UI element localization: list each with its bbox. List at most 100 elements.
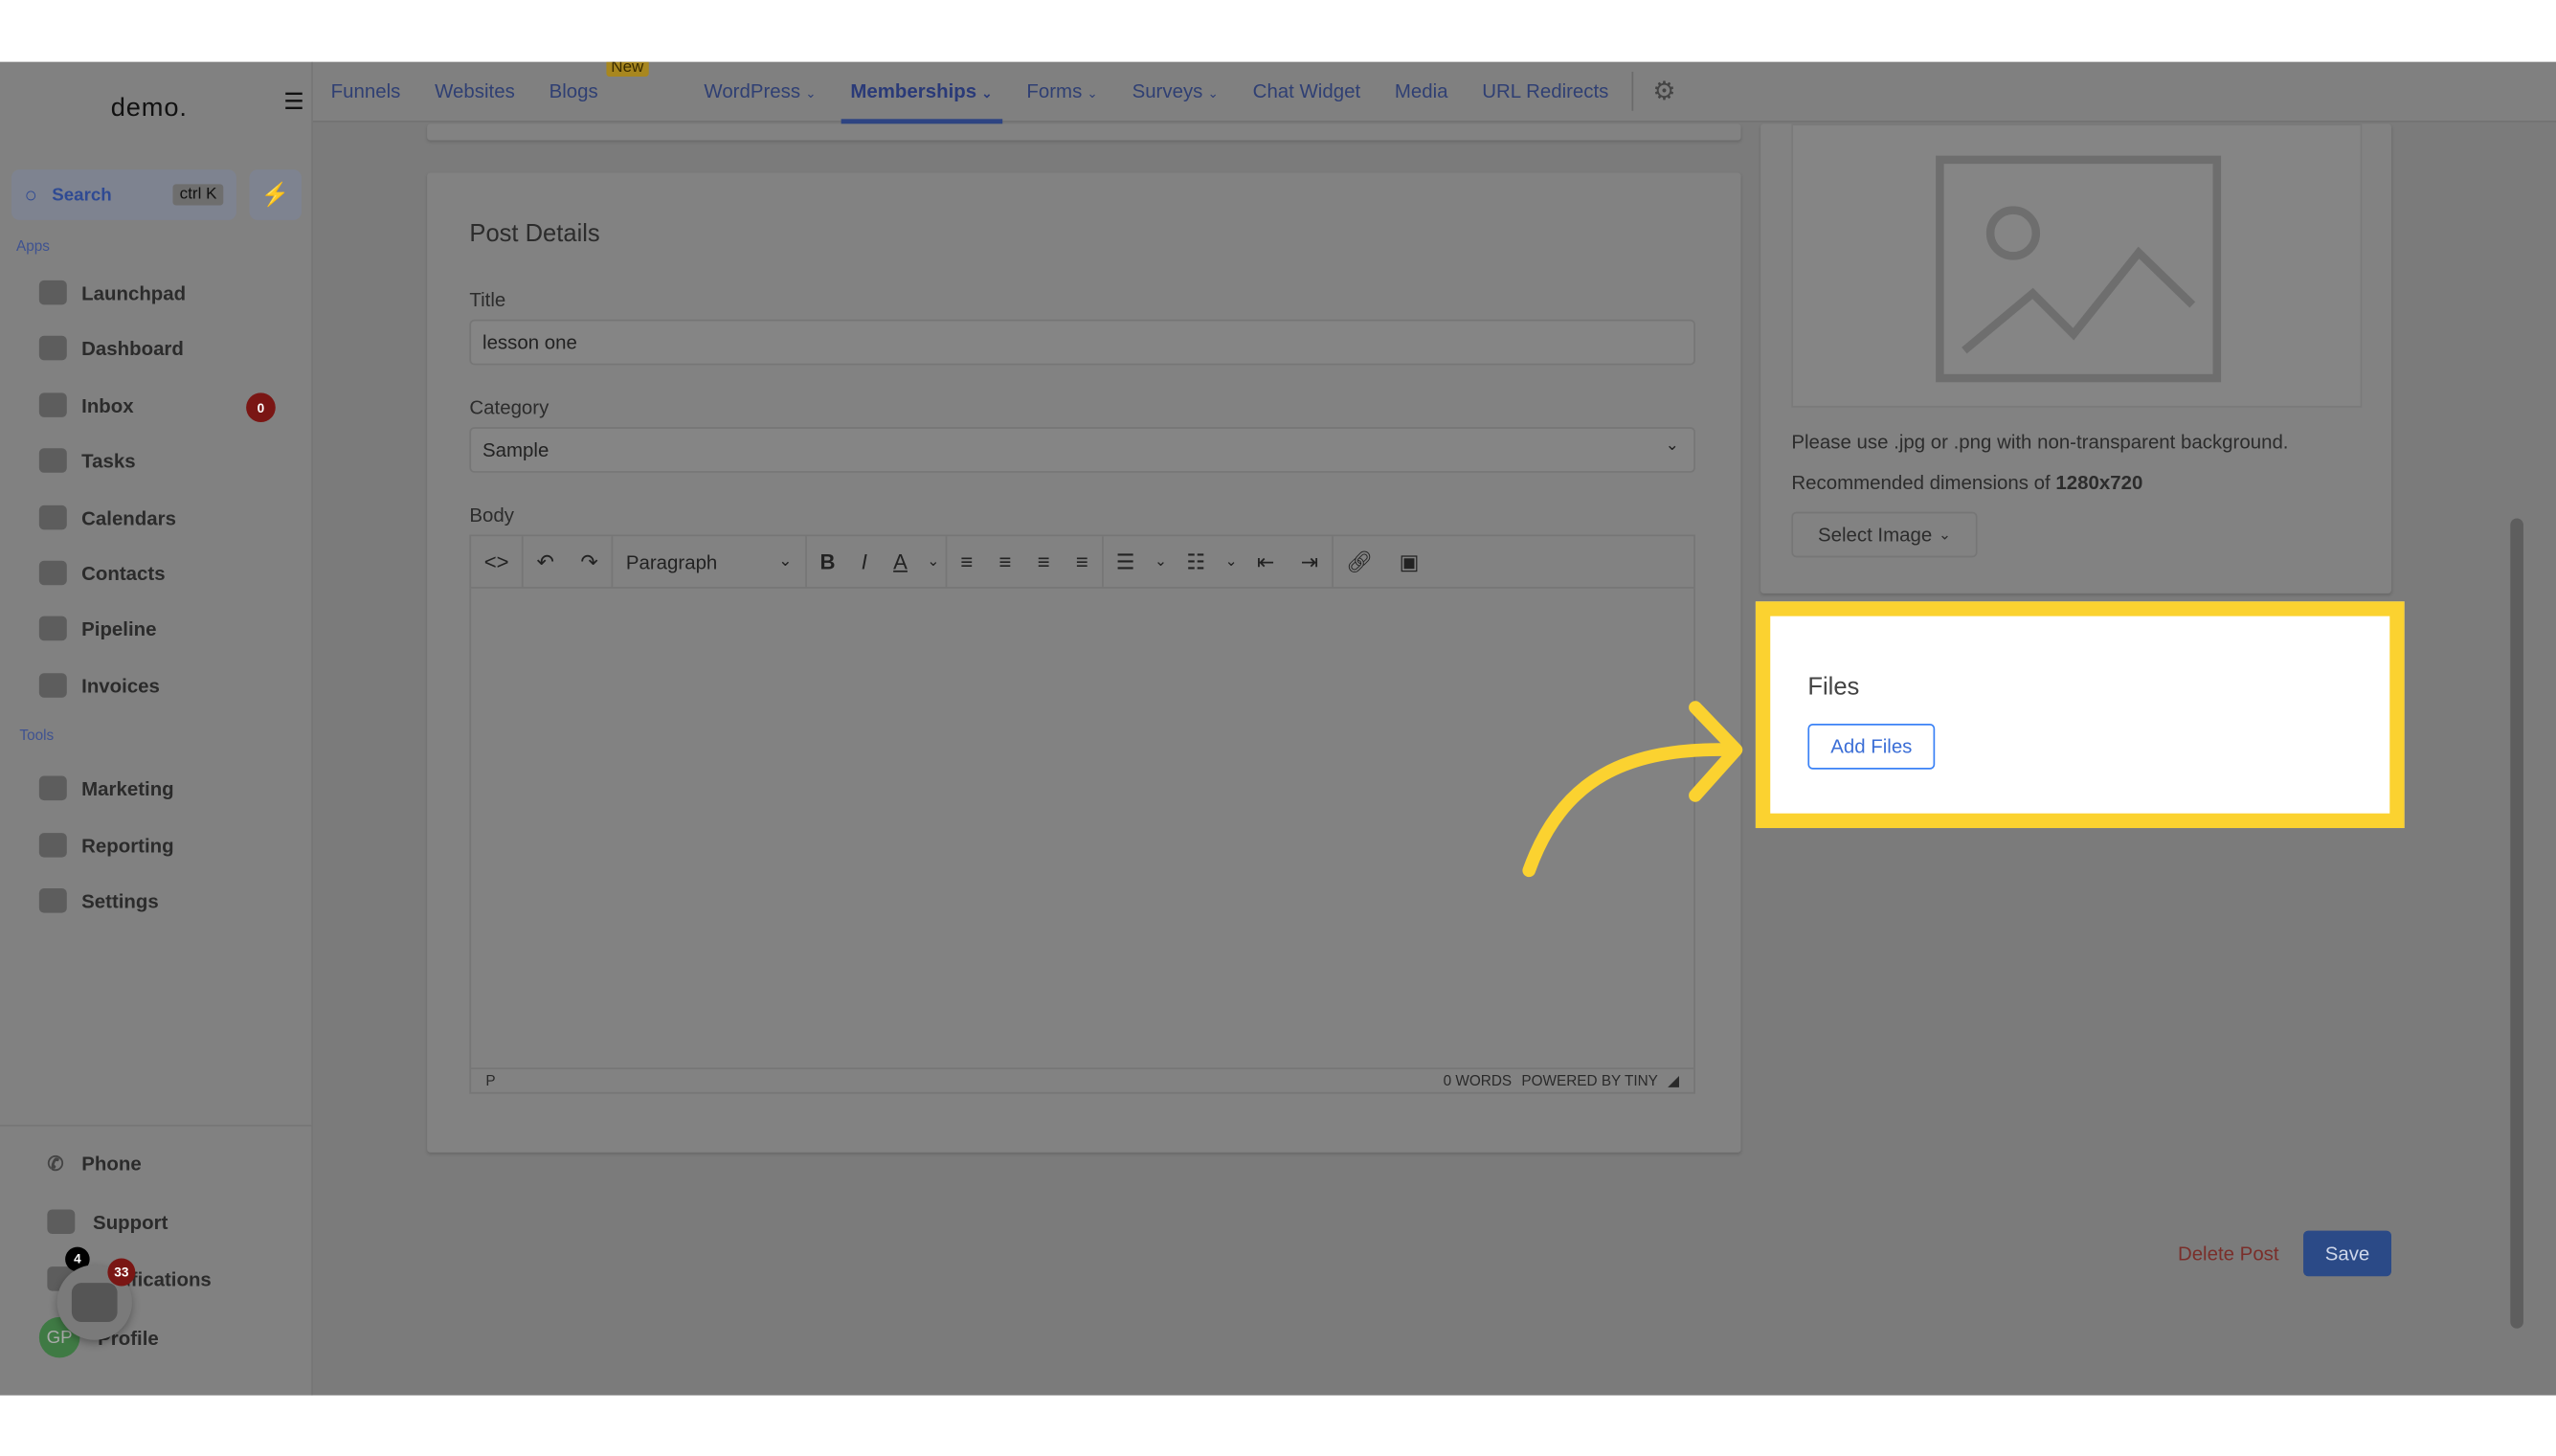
chat-icon	[47, 1209, 76, 1235]
italic-icon[interactable]: I	[848, 536, 880, 587]
save-button[interactable]: Save	[2303, 1230, 2392, 1277]
chevron-down-icon[interactable]: ⌄	[1219, 536, 1244, 587]
divider	[1631, 71, 1633, 111]
select-image-button[interactable]: Select Image ⌄	[1791, 511, 1978, 558]
settings-gear-icon[interactable]: ⚙	[1652, 75, 1675, 107]
text-color-icon[interactable]: A	[881, 536, 921, 587]
dims-prefix: Recommended dimensions of	[1791, 471, 2056, 494]
image-placeholder-icon	[1936, 155, 2222, 383]
dims-value: 1280x720	[2055, 471, 2143, 494]
inbox-badge: 0	[246, 392, 276, 423]
sidebar-item-inbox[interactable]: Inbox	[38, 392, 134, 417]
tab-blogs[interactable]: Blogs New	[549, 61, 649, 102]
chevron-down-icon: ⌄	[981, 86, 993, 101]
sidebar-item-calendars[interactable]: Calendars	[38, 504, 176, 530]
search-button[interactable]: ○ Search ctrl K	[11, 169, 236, 220]
sidebar-item-tasks[interactable]: Tasks	[38, 448, 136, 473]
undo-icon[interactable]: ↶	[524, 536, 568, 587]
sidebar: demo. ☰ ○ Search ctrl K ⚡ Apps Launchpad…	[0, 61, 313, 1396]
editor-statusbar: P 0 WORDS POWERED BY TINY ◢	[471, 1067, 1694, 1092]
chevron-down-icon[interactable]: ⌄	[921, 536, 946, 587]
label: Support	[93, 1210, 168, 1234]
chevron-down-icon: ⌄	[778, 552, 793, 571]
bold-icon[interactable]: B	[807, 536, 848, 587]
word-count: 0 WORDS	[1443, 1072, 1513, 1089]
app: demo. ☰ ○ Search ctrl K ⚡ Apps Launchpad…	[0, 61, 2556, 1396]
tab-websites[interactable]: Websites	[435, 79, 515, 102]
sidebar-item-pipeline[interactable]: Pipeline	[38, 616, 157, 641]
add-files-button[interactable]: Add Files	[1807, 724, 1936, 770]
label: Settings	[81, 888, 159, 912]
redo-icon[interactable]: ↷	[568, 536, 612, 587]
apps-heading: Apps	[16, 237, 50, 255]
tab-url-redirects[interactable]: URL Redirects	[1482, 79, 1608, 102]
powered-by-link[interactable]: POWERED BY TINY	[1521, 1072, 1658, 1088]
tab-wordpress[interactable]: WordPress ⌄	[704, 79, 816, 102]
delete-post-button[interactable]: Delete Post	[2178, 1243, 2279, 1266]
label: WordPress	[704, 79, 801, 103]
body-editor[interactable]: P 0 WORDS POWERED BY TINY ◢	[469, 588, 1695, 1094]
tab-memberships[interactable]: Memberships ⌄	[841, 79, 1002, 124]
menu-toggle-icon[interactable]: ☰	[283, 88, 306, 116]
label: Marketing	[81, 776, 174, 800]
outdent-icon[interactable]: ⇤	[1244, 536, 1288, 587]
numbered-list-icon[interactable]: ☷	[1174, 536, 1219, 587]
align-justify-icon[interactable]: ≡	[1063, 536, 1101, 587]
category-select[interactable]: Sample ⌄	[469, 427, 1695, 473]
label: Reporting	[81, 833, 174, 857]
label: Tasks	[81, 449, 136, 472]
link-icon[interactable]: 🔗︎	[1334, 536, 1386, 587]
funnel-icon	[38, 616, 67, 641]
element-path: P	[485, 1072, 496, 1089]
tab-chat-widget[interactable]: Chat Widget	[1253, 79, 1360, 102]
chart-icon	[38, 833, 67, 858]
sidebar-item-contacts[interactable]: Contacts	[38, 560, 166, 586]
chevron-down-icon: ⌄	[1207, 86, 1219, 101]
phone-icon: ✆	[47, 1152, 64, 1176]
align-center-icon[interactable]: ≡	[986, 536, 1024, 587]
resize-handle-icon[interactable]: ◢	[1668, 1072, 1679, 1090]
calendar-icon	[38, 504, 67, 530]
files-section-highlight: Files Add Files	[1755, 601, 2405, 829]
title-input[interactable]: lesson one	[469, 319, 1695, 366]
tab-media[interactable]: Media	[1395, 79, 1448, 102]
chevron-down-icon: ⌄	[1939, 526, 1951, 543]
inbox-icon	[38, 392, 67, 417]
post-details-heading: Post Details	[469, 219, 600, 248]
search-icon: ○	[24, 182, 37, 208]
source-code-icon[interactable]: <>	[471, 536, 522, 587]
label: Phone	[81, 1152, 142, 1176]
sidebar-item-dashboard[interactable]: Dashboard	[38, 335, 184, 361]
category-value: Sample	[482, 438, 549, 461]
bullet-list-icon[interactable]: ☰	[1103, 536, 1148, 587]
search-shortcut: ctrl K	[172, 184, 224, 206]
indent-icon[interactable]: ⇥	[1288, 536, 1332, 587]
sidebar-item-launchpad[interactable]: Launchpad	[38, 280, 186, 305]
sidebar-item-invoices[interactable]: Invoices	[38, 673, 160, 698]
label: Memberships	[850, 79, 977, 103]
sidebar-item-phone[interactable]: ✆ Phone	[47, 1153, 141, 1176]
label: Dashboard	[81, 336, 184, 360]
tab-funnels[interactable]: Funnels	[331, 79, 401, 102]
format-select[interactable]: Paragraph ⌄	[613, 536, 805, 587]
align-right-icon[interactable]: ≡	[1024, 536, 1063, 587]
image-dimensions: Recommended dimensions of 1280x720	[1791, 471, 2142, 494]
chevron-down-icon[interactable]: ⌄	[1148, 536, 1173, 587]
label: Pipeline	[81, 616, 157, 640]
sidebar-item-marketing[interactable]: Marketing	[38, 775, 174, 801]
tab-surveys[interactable]: Surveys ⌄	[1132, 79, 1219, 102]
top-nav: Funnels Websites Blogs New WordPress ⌄ Mem…	[312, 61, 2556, 124]
quick-actions-button[interactable]: ⚡	[249, 169, 303, 220]
sidebar-item-reporting[interactable]: Reporting	[38, 833, 174, 858]
align-left-icon[interactable]: ≡	[948, 536, 986, 587]
image-placeholder	[1791, 123, 2363, 408]
scrollbar[interactable]	[2510, 518, 2523, 1329]
search-label: Search	[52, 185, 112, 205]
bolt-icon: ⚡	[260, 181, 290, 208]
tab-forms[interactable]: Forms ⌄	[1026, 79, 1097, 102]
sidebar-item-settings[interactable]: Settings	[38, 888, 159, 913]
image-icon[interactable]: ▣	[1386, 536, 1432, 587]
sidebar-item-support[interactable]: Support	[47, 1209, 168, 1235]
label: Select Image	[1817, 523, 1933, 547]
logo: demo.	[110, 94, 188, 123]
